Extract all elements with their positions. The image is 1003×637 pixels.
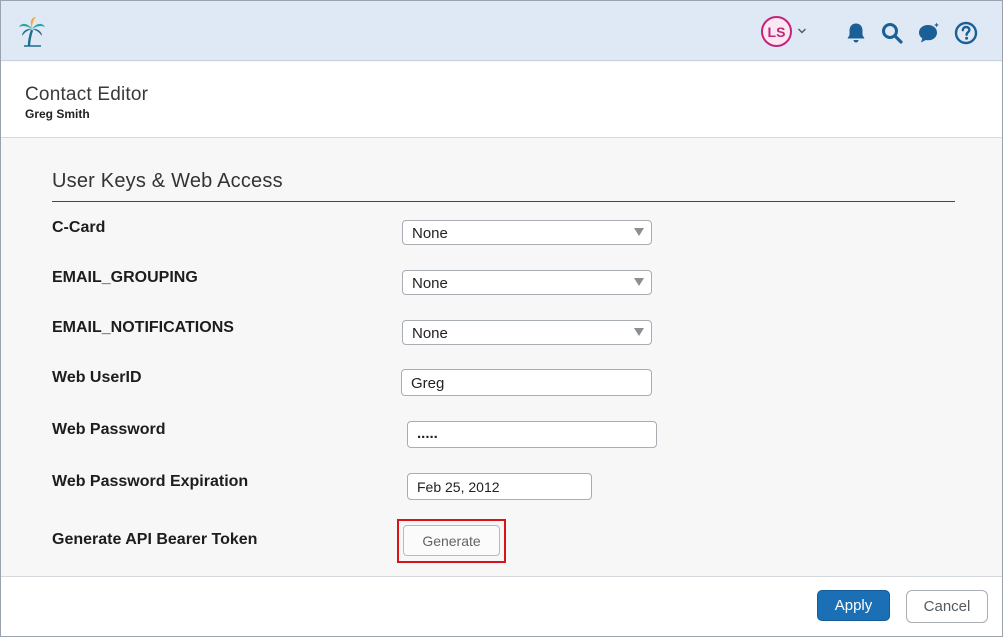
page-header: Contact Editor Greg Smith [1, 62, 1002, 138]
cancel-button[interactable]: Cancel [906, 590, 988, 623]
contact-editor-window: LS Contact Editor Greg Smith User Keys &… [0, 0, 1003, 637]
c-card-label: C-Card [52, 219, 106, 236]
email-grouping-select[interactable]: None [402, 270, 652, 295]
web-password-expiration-input[interactable]: Feb 25, 2012 [407, 473, 592, 500]
web-password-expiration-label: Web Password Expiration [52, 473, 249, 490]
email-grouping-value: None [412, 275, 448, 292]
dialog-footer: Apply Cancel [1, 576, 1002, 636]
generate-button[interactable]: Generate [403, 525, 500, 556]
web-userid-label: Web UserID [52, 369, 142, 386]
user-keys-form: User Keys & Web Access C-Card None EMAIL… [1, 139, 1002, 576]
section-title: User Keys & Web Access [52, 170, 283, 192]
contact-name: Greg Smith [25, 107, 90, 121]
dropdown-arrow-icon [634, 328, 644, 336]
dropdown-arrow-icon [634, 228, 644, 236]
bell-icon[interactable] [844, 21, 868, 45]
apply-button[interactable]: Apply [817, 590, 890, 621]
top-bar: LS [1, 1, 1002, 61]
help-icon[interactable] [954, 21, 978, 45]
email-notifications-select[interactable]: None [402, 320, 652, 345]
email-notifications-value: None [412, 325, 448, 342]
c-card-value: None [412, 225, 448, 242]
web-password-label: Web Password [52, 421, 166, 438]
web-password-input[interactable]: ..... [407, 421, 657, 448]
email-grouping-label: EMAIL_GROUPING [52, 269, 198, 286]
email-notifications-label: EMAIL_NOTIFICATIONS [52, 319, 234, 336]
search-icon[interactable] [880, 21, 904, 45]
page-title: Contact Editor [25, 84, 149, 105]
section-divider [52, 201, 955, 202]
c-card-select[interactable]: None [402, 220, 652, 245]
user-avatar[interactable]: LS [761, 16, 792, 47]
chevron-down-icon[interactable] [797, 27, 807, 35]
api-token-label: Generate API Bearer Token [52, 531, 258, 548]
web-userid-input[interactable]: Greg [401, 369, 652, 396]
dropdown-arrow-icon [634, 278, 644, 286]
palm-tree-logo[interactable] [17, 16, 47, 48]
avatar-initials: LS [767, 23, 786, 40]
chat-sparkle-icon[interactable] [917, 21, 941, 45]
